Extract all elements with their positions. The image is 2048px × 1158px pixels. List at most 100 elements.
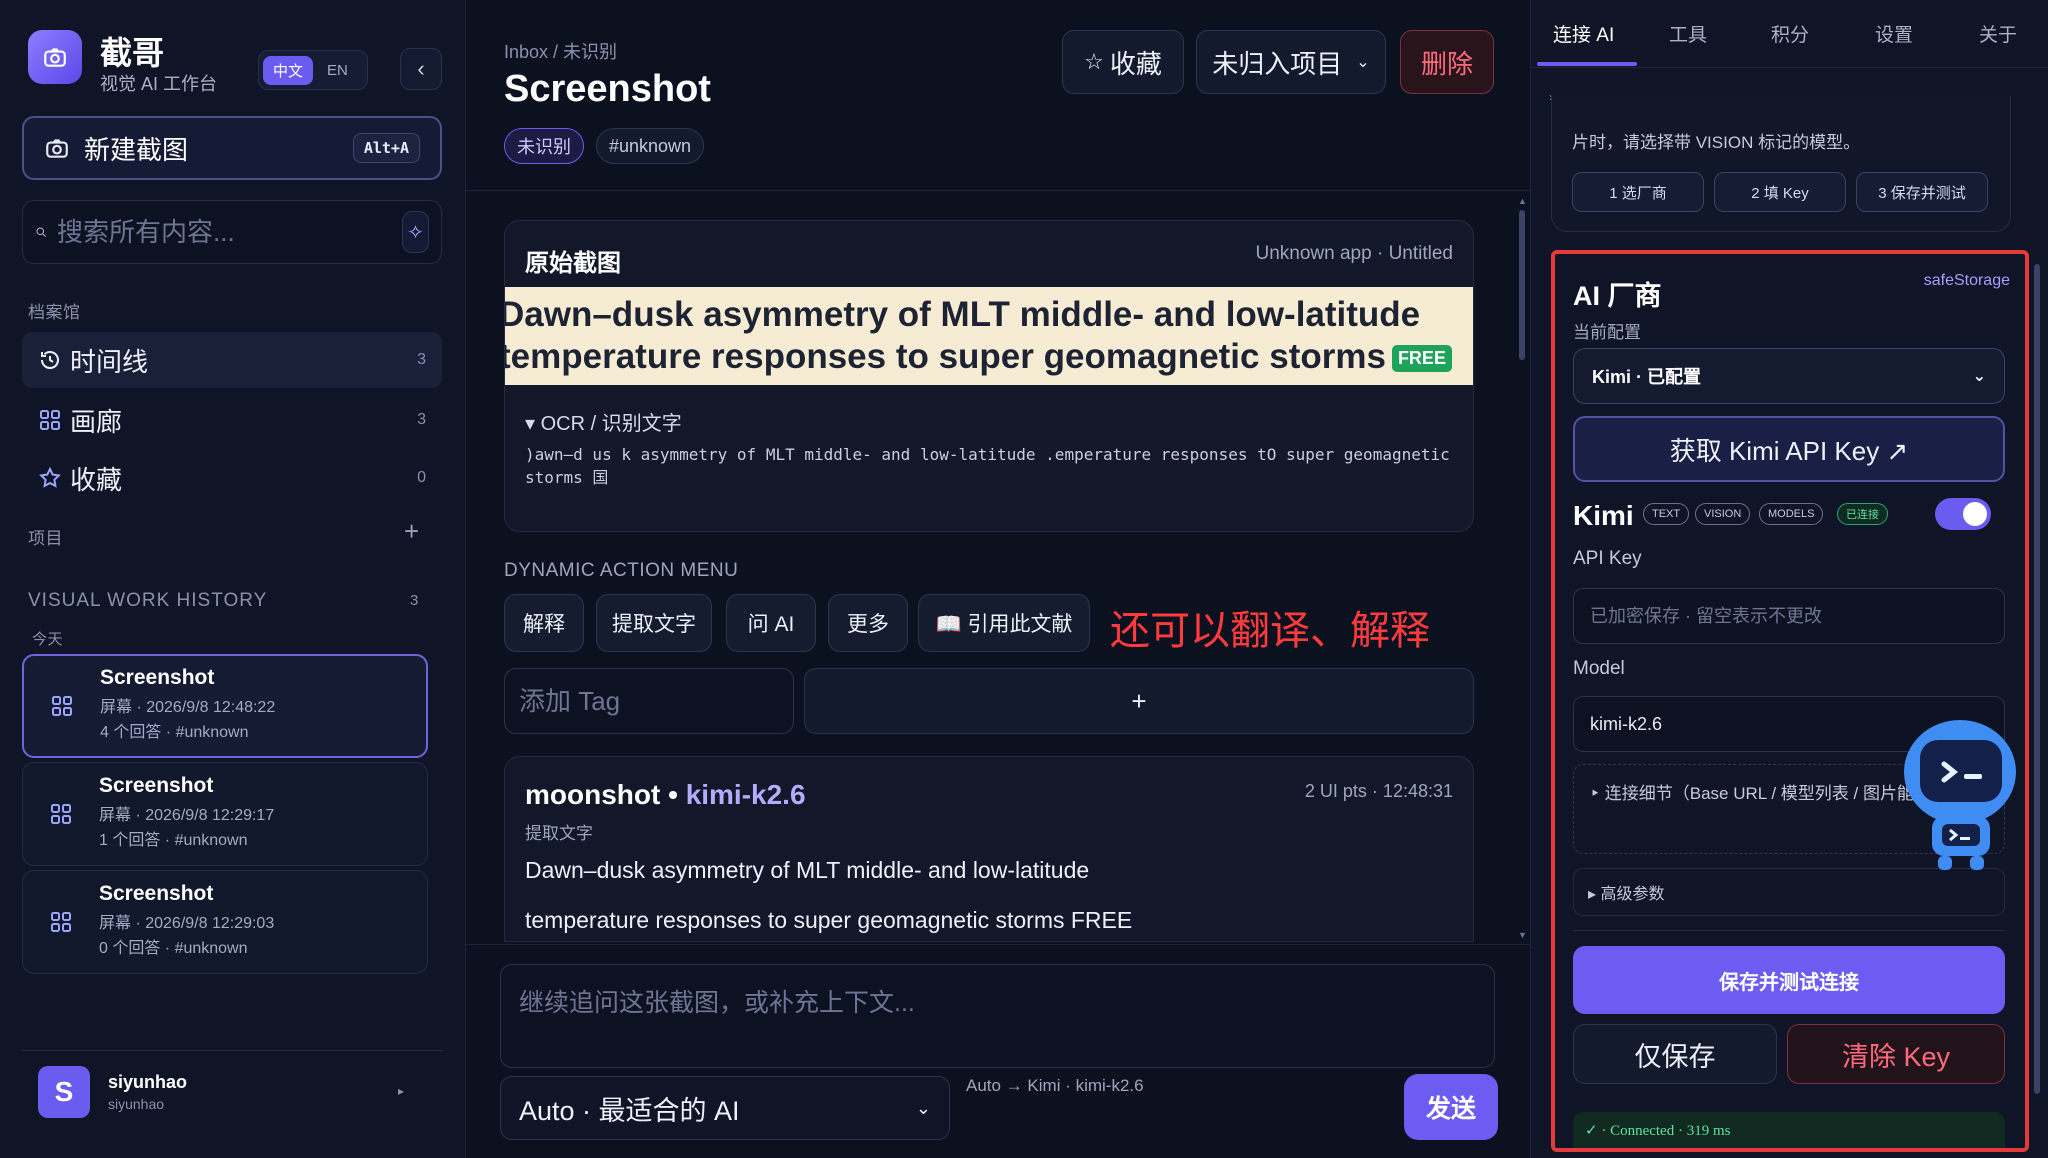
nav-timeline-count: 3 <box>417 351 426 368</box>
add-project-button[interactable]: + <box>404 516 419 547</box>
tag-chip[interactable]: 未识别 <box>504 128 584 164</box>
api-key-input[interactable] <box>1573 588 2005 644</box>
tag-chip[interactable]: #unknown <box>596 128 705 164</box>
provider-sep: • <box>660 779 686 810</box>
model-label: Model <box>1573 658 1625 679</box>
screenshot-card-meta: Unknown app · Untitled <box>1255 243 1454 264</box>
new-screenshot-button[interactable]: 新建截图 Alt+A <box>22 116 442 180</box>
favorite-button[interactable]: ☆ 收藏 <box>1062 30 1184 94</box>
extract-text-button[interactable]: 提取文字 <box>596 594 712 652</box>
history-item[interactable]: Screenshot 屏幕 · 2026/9/8 12:29:17 1 个回答 … <box>22 762 428 866</box>
right-scrollbar[interactable] <box>2033 118 2041 1098</box>
clear-key-button[interactable]: 清除 Key <box>1787 1024 2005 1084</box>
tab-connect-ai[interactable]: 连接 AI <box>1553 20 1614 47</box>
lang-en[interactable]: EN <box>317 58 358 83</box>
steps-hint: 片时，请选择带 VISION 标记的模型。 <box>1572 133 1861 152</box>
collapse-sidebar-button[interactable]: ‹ <box>400 48 442 90</box>
divider <box>22 1050 443 1051</box>
divider <box>1573 930 2005 931</box>
archive-section-label: 档案馆 <box>28 303 81 322</box>
tag-input[interactable] <box>504 668 794 734</box>
provider-toggle[interactable] <box>1935 498 1991 530</box>
project-label: 未归入项目 <box>1212 48 1343 79</box>
app-logo <box>28 30 82 84</box>
ai-vendor-title: AI 厂商 <box>1573 281 1662 311</box>
get-api-key-button[interactable]: 获取 Kimi API Key ↗ <box>1573 416 2005 482</box>
step-save-test[interactable]: 3 保存并测试 <box>1856 172 1988 212</box>
cite-button[interactable]: 📖 引用此文献 <box>918 594 1090 652</box>
app-subtitle: 视觉 AI 工作台 <box>100 74 218 94</box>
grid-icon <box>42 686 82 726</box>
safe-storage-label: safeStorage <box>1923 272 2010 289</box>
main-panel: Inbox / 未识别 Screenshot 未识别 #unknown ☆ 收藏… <box>466 0 1531 1158</box>
save-and-test-button[interactable]: 保存并测试连接 <box>1573 946 2005 1014</box>
scroll-thumb[interactable] <box>2034 264 2040 1094</box>
chevron-down-icon: ⌄ <box>1972 368 1986 385</box>
language-switch: 中文 EN <box>258 50 368 90</box>
capability-chip: MODELS <box>1759 503 1824 525</box>
nav-favorites[interactable]: 收藏 0 <box>22 450 442 506</box>
provider-name: moonshot <box>525 779 661 810</box>
ask-ai-button[interactable]: 问 AI <box>726 594 816 652</box>
scroll-up-icon: ▲ <box>1518 196 1527 206</box>
ai-search-button[interactable]: ✧ <box>402 211 429 253</box>
send-button[interactable]: 发送 <box>1404 1074 1498 1140</box>
star-icon: ☆ <box>1084 49 1104 74</box>
lang-zh[interactable]: 中文 <box>263 55 314 85</box>
nav-gallery[interactable]: 画廊 3 <box>22 392 442 448</box>
tab-settings[interactable]: 设置 <box>1875 20 1913 47</box>
config-select[interactable]: Kimi · 已配置 ⌄ <box>1573 348 2005 404</box>
delete-button[interactable]: 删除 <box>1400 30 1494 94</box>
star-icon <box>39 466 61 488</box>
api-key-label: API Key <box>1573 548 1642 569</box>
explain-button[interactable]: 解释 <box>504 594 584 652</box>
app-name: 截哥 <box>100 35 165 71</box>
setup-steps-card: 片时，请选择带 VISION 标记的模型。 1 选厂商 2 填 Key 3 保存… <box>1551 96 2011 232</box>
nav-favorites-count: 0 <box>417 469 426 486</box>
add-tag-button[interactable]: + <box>804 668 1474 734</box>
more-button[interactable]: 更多 <box>828 594 908 652</box>
history-item-title: Screenshot <box>100 666 215 690</box>
nav-gallery-label: 画廊 <box>70 406 123 437</box>
ocr-toggle[interactable]: ▾ OCR / 识别文字 <box>525 407 682 436</box>
history-item-time: 屏幕 · 2026/9/8 12:48:22 <box>100 699 276 717</box>
scroll-down-icon: ▼ <box>1518 930 1527 940</box>
history-item-title: Screenshot <box>99 882 214 906</box>
tab-tools[interactable]: 工具 <box>1669 20 1707 47</box>
page-title: Screenshot <box>504 68 711 110</box>
shortcut-badge: Alt+A <box>352 133 420 163</box>
search-bar: ✧ <box>22 200 442 264</box>
search-icon <box>36 227 46 237</box>
nav-timeline[interactable]: 时间线 3 <box>22 332 442 388</box>
favorite-label: 收藏 <box>1109 48 1162 79</box>
center-scrollbar[interactable]: ▲ ▼ <box>1517 196 1527 940</box>
history-item[interactable]: Screenshot 屏幕 · 2026/9/8 12:29:03 0 个回答 … <box>22 870 428 974</box>
scroll-thumb[interactable] <box>1519 210 1525 360</box>
project-select[interactable]: 未归入项目 ⌄ <box>1196 30 1386 94</box>
save-only-button[interactable]: 仅保存 <box>1573 1024 1777 1084</box>
connection-status: ✓ · Connected · 319 ms <box>1573 1112 2005 1148</box>
tab-underline <box>1537 62 1637 66</box>
model-select[interactable]: Auto · 最适合的 AI ⌄ <box>500 1076 950 1140</box>
provider-title: Kimi <box>1573 500 1634 531</box>
answer-kind: 提取文字 <box>525 824 593 843</box>
screenshot-card-title: 原始截图 <box>525 250 621 277</box>
step-choose-vendor[interactable]: 1 选厂商 <box>1572 172 1704 212</box>
nav-favorites-label: 收藏 <box>70 464 123 495</box>
grid-icon <box>41 902 81 942</box>
tab-about[interactable]: 关于 <box>1979 20 2017 47</box>
tab-credits[interactable]: 积分 <box>1771 20 1809 47</box>
user-id: siyunhao <box>108 1096 165 1112</box>
followup-input[interactable] <box>500 964 1495 1068</box>
preview-line-2: temperature responses to super geomagnet… <box>505 337 1452 377</box>
search-input[interactable] <box>57 216 392 248</box>
history-count: 3 <box>410 592 419 609</box>
free-badge: FREE <box>1391 345 1452 373</box>
avatar[interactable]: S <box>38 1066 90 1118</box>
answer-card: moonshot • kimi-k2.6 2 UI pts · 12:48:31… <box>504 756 1474 942</box>
history-item[interactable]: Screenshot 屏幕 · 2026/9/8 12:48:22 4 个回答 … <box>22 654 428 758</box>
breadcrumb: Inbox / 未识别 <box>504 42 618 62</box>
screenshot-preview[interactable]: Dawn–dusk asymmetry of MLT middle- and l… <box>505 287 1473 385</box>
step-enter-key[interactable]: 2 填 Key <box>1714 172 1846 212</box>
user-menu-arrow-icon[interactable]: ▸ <box>398 1084 404 1098</box>
